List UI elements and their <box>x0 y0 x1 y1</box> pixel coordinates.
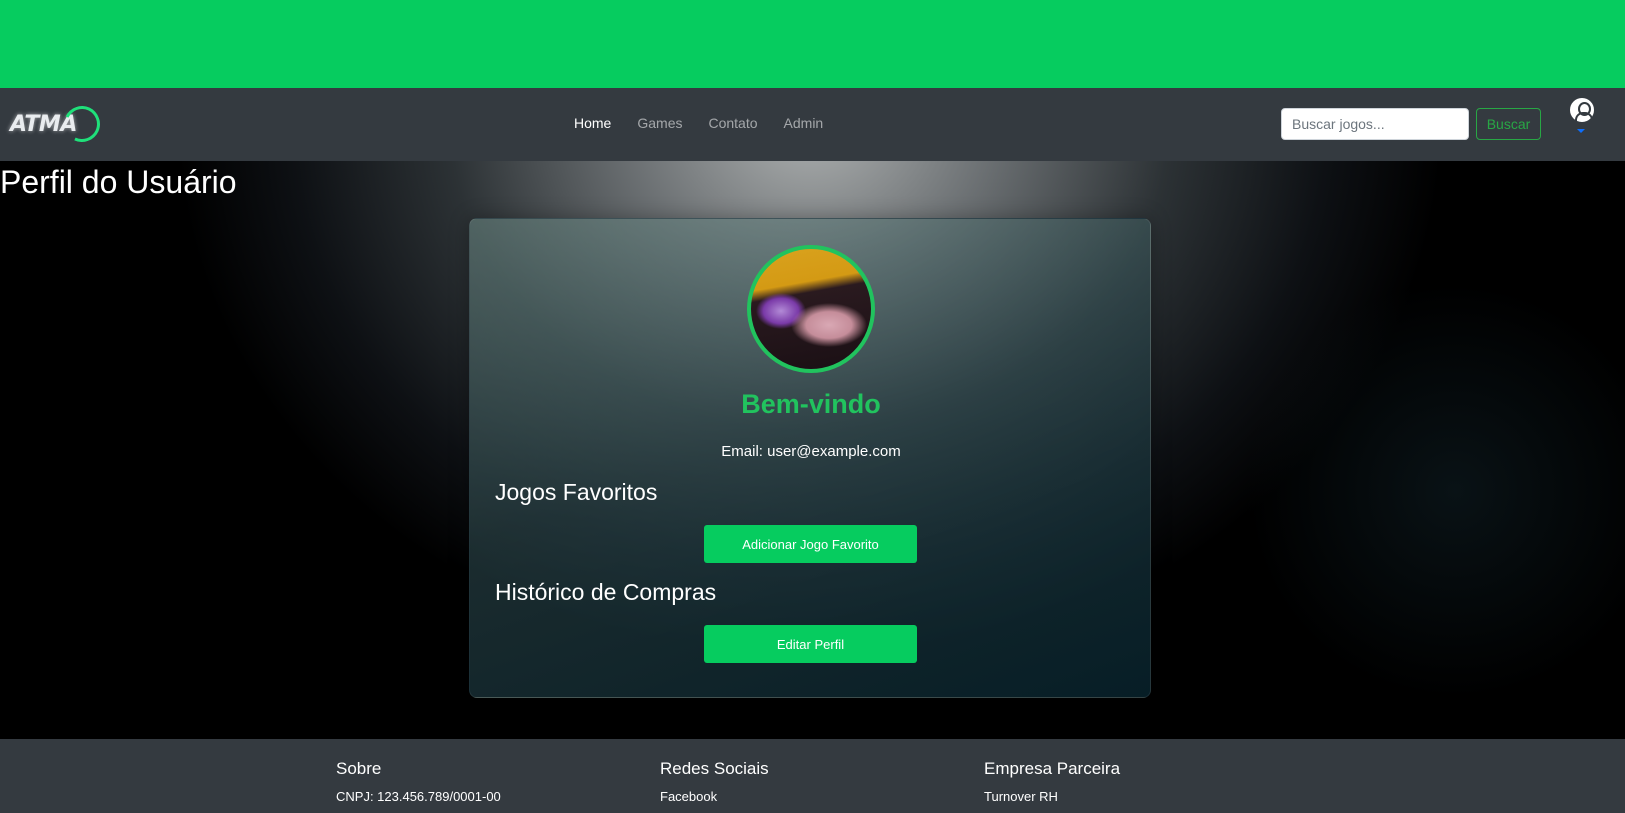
footer-social-heading: Redes Sociais <box>660 759 769 778</box>
user-account-icon[interactable] <box>1570 98 1594 122</box>
nav-games-link[interactable]: Games <box>637 115 682 131</box>
page-title: Perfil do Usuário <box>0 164 237 200</box>
search-input[interactable] <box>1281 108 1469 140</box>
footer-partner: Empresa Parceira Turnover RH <box>984 759 1120 804</box>
welcome-heading: Bem-vindo <box>741 389 881 419</box>
purchase-history-heading: Histórico de Compras <box>495 579 717 605</box>
main-content: Perfil do Usuário Bem-vindo Email: user@… <box>0 161 1625 739</box>
footer-facebook-link[interactable]: Facebook <box>660 789 769 804</box>
search-button[interactable]: Buscar <box>1476 108 1541 140</box>
footer-cnpj: CNPJ: 123.456.789/0001-00 <box>336 789 501 804</box>
user-dropdown-caret-icon[interactable] <box>1577 129 1585 133</box>
profile-avatar <box>747 245 875 373</box>
nav-home-link[interactable]: Home <box>574 115 611 131</box>
navbar: ATMA Home Games Contato Admin Buscar <box>0 88 1625 161</box>
user-email: Email: user@example.com <box>721 443 901 460</box>
edit-profile-button[interactable]: Editar Perfil <box>704 625 917 663</box>
brand-logo[interactable]: ATMA <box>10 100 106 148</box>
footer-partner-link[interactable]: Turnover RH <box>984 789 1120 804</box>
footer-about: Sobre CNPJ: 123.456.789/0001-00 <box>336 759 501 804</box>
profile-card: Bem-vindo Email: user@example.com Jogos … <box>469 218 1151 698</box>
footer-partner-heading: Empresa Parceira <box>984 759 1121 778</box>
logo-arc-icon <box>58 100 106 148</box>
footer: Sobre CNPJ: 123.456.789/0001-00 Redes So… <box>0 739 1625 813</box>
add-favorite-game-button[interactable]: Adicionar Jogo Favorito <box>704 525 917 563</box>
top-banner <box>0 0 1625 88</box>
nav-links: Home Games Contato Admin <box>574 115 823 131</box>
favorites-heading: Jogos Favoritos <box>495 479 658 505</box>
nav-contato-link[interactable]: Contato <box>708 115 757 131</box>
footer-about-heading: Sobre <box>336 759 382 778</box>
footer-social: Redes Sociais Facebook <box>660 759 769 804</box>
nav-admin-link[interactable]: Admin <box>784 115 824 131</box>
